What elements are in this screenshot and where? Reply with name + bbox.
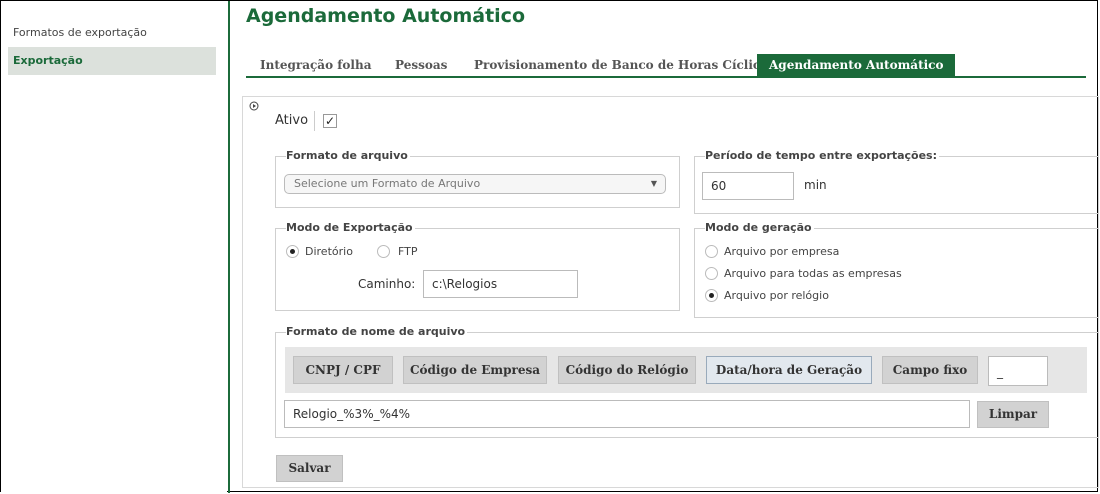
limpar-button[interactable]: Limpar	[977, 401, 1049, 428]
periodo-legend: Período de tempo entre exportações:	[705, 149, 939, 162]
sidebar-divider	[228, 1, 230, 493]
formato-arquivo-select[interactable]: Selecione um Formato de Arquivo ▼	[284, 174, 666, 194]
radio-ftp-label: FTP	[398, 245, 418, 258]
radio-arquivo-todas[interactable]	[705, 267, 718, 280]
chevron-down-icon: ▼	[650, 179, 657, 188]
radio-arquivo-empresa-label: Arquivo por empresa	[724, 245, 840, 258]
tab-pessoas[interactable]: Pessoas	[395, 54, 447, 76]
radio-arquivo-relogio-label: Arquivo por relógio	[724, 289, 829, 302]
radio-diretorio[interactable]	[286, 245, 299, 258]
salvar-button[interactable]: Salvar	[276, 455, 343, 482]
tab-agendamento-automatico[interactable]: Agendamento Automático	[757, 54, 956, 76]
periodo-input[interactable]: 60	[702, 172, 794, 200]
cnpj-cpf-button[interactable]: CNPJ / CPF	[293, 356, 393, 384]
collapse-toggle-icon[interactable]	[249, 101, 259, 111]
radio-arquivo-empresa[interactable]	[705, 245, 718, 258]
nome-arquivo-pattern-input[interactable]: Relogio_%3%_%4%	[284, 400, 970, 428]
formato-arquivo-legend: Formato de arquivo	[286, 149, 410, 162]
caminho-label: Caminho:	[358, 277, 416, 291]
radio-arquivo-todas-label: Arquivo para todas as empresas	[724, 267, 902, 280]
periodo-unit: min	[804, 178, 827, 192]
nome-arquivo-legend: Formato de nome de arquivo	[286, 325, 468, 338]
caminho-input[interactable]: c:\Relogios	[423, 270, 578, 298]
sidebar-item-formatos-exportacao[interactable]: Formatos de exportação	[8, 19, 216, 47]
codigo-relogio-button[interactable]: Código do Relógio	[558, 356, 696, 384]
tab-integracao-folha[interactable]: Integração folha	[260, 54, 372, 76]
radio-diretorio-label: Diretório	[305, 245, 353, 258]
sidebar-item-exportacao[interactable]: Exportação	[8, 47, 216, 75]
radio-arquivo-relogio[interactable]	[705, 289, 718, 302]
page-title: Agendamento Automático	[246, 5, 525, 27]
radio-ftp[interactable]	[377, 245, 390, 258]
data-hora-geracao-button[interactable]: Data/hora de Geração	[706, 356, 872, 384]
campo-fixo-button[interactable]: Campo fixo	[882, 356, 978, 384]
codigo-empresa-button[interactable]: Código de Empresa	[403, 356, 547, 384]
ativo-label: Ativo	[275, 113, 309, 128]
sidebar: Formatos de exportação Exportação	[1, 1, 227, 493]
modo-geracao-legend: Modo de geração	[705, 221, 814, 234]
tab-provisionamento[interactable]: Provisionamento de Banco de Horas Cíclic…	[474, 54, 768, 76]
sidebar-item-label: Formatos de exportação	[13, 26, 147, 39]
campo-fixo-input[interactable]: _	[988, 356, 1048, 386]
divider	[314, 111, 315, 131]
select-placeholder: Selecione um Formato de Arquivo	[294, 177, 481, 190]
ativo-checkbox[interactable]: ✓	[323, 114, 337, 128]
tab-bar: Integração folha Pessoas Provisionamento…	[246, 54, 1086, 78]
sidebar-item-label: Exportação	[13, 54, 83, 67]
modo-exportacao-legend: Modo de Exportação	[286, 221, 415, 234]
